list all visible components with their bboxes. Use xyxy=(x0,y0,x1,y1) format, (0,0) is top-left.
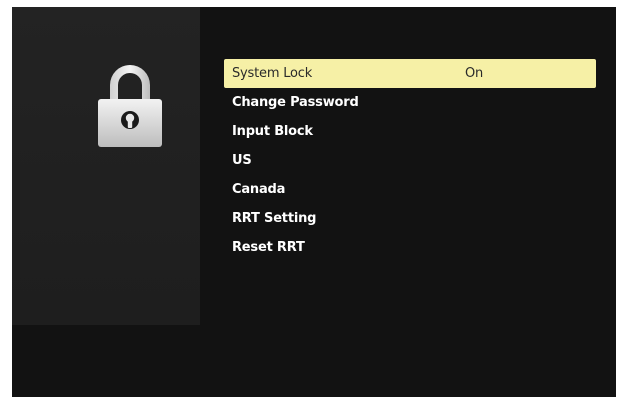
menu-item-label: Change Password xyxy=(232,95,359,110)
menu-item-us[interactable]: US xyxy=(224,146,596,175)
menu-item-rrt-setting[interactable]: RRT Setting xyxy=(224,204,596,233)
left-panel xyxy=(12,7,200,325)
menu-item-label: US xyxy=(232,153,252,168)
menu-item-label: System Lock xyxy=(232,66,313,81)
tv-screen: System Lock On Change Password Input Blo… xyxy=(12,7,616,397)
menu-item-change-password[interactable]: Change Password xyxy=(224,88,596,117)
menu-item-label: Input Block xyxy=(232,124,313,139)
lock-icon xyxy=(98,65,162,147)
lock-settings-menu: System Lock On Change Password Input Blo… xyxy=(224,59,596,262)
menu-item-reset-rrt[interactable]: Reset RRT xyxy=(224,233,596,262)
menu-item-label: RRT Setting xyxy=(232,211,317,226)
menu-item-label: Reset RRT xyxy=(232,240,305,255)
menu-item-canada[interactable]: Canada xyxy=(224,175,596,204)
menu-item-input-block[interactable]: Input Block xyxy=(224,117,596,146)
menu-item-label: Canada xyxy=(232,182,286,197)
menu-item-system-lock[interactable]: System Lock On xyxy=(224,59,596,88)
system-lock-value: On xyxy=(465,66,484,81)
